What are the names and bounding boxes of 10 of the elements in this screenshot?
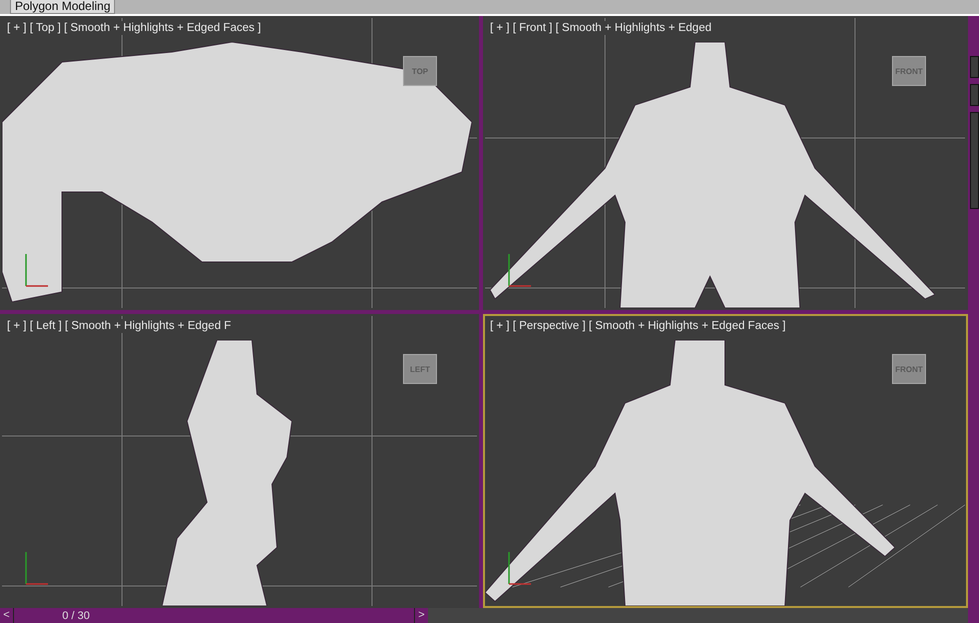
viewport-label[interactable]: [ + ] [ Left ] [ Smooth + Highlights + Edged F (5, 319, 234, 333)
panel-box (970, 84, 979, 106)
next-frame-button[interactable]: > (415, 608, 428, 623)
ribbon-tab[interactable]: Polygon Modeling (10, 0, 116, 14)
viewport-label[interactable]: [ + ] [ Perspective ] [ Smooth + Highlights + Edged Faces ] (488, 319, 788, 333)
previous-frame-button[interactable]: < (0, 608, 13, 623)
time-slider-track[interactable]: 0 / 30 (13, 608, 415, 623)
viewport-label[interactable]: [ + ] [ Top ] [ Smooth + Highlights + Edged Faces ] (5, 21, 263, 35)
viewport-label[interactable]: [ + ] [ Front ] [ Smooth + Highlights + Edged (488, 21, 714, 35)
panel-box (970, 56, 979, 78)
